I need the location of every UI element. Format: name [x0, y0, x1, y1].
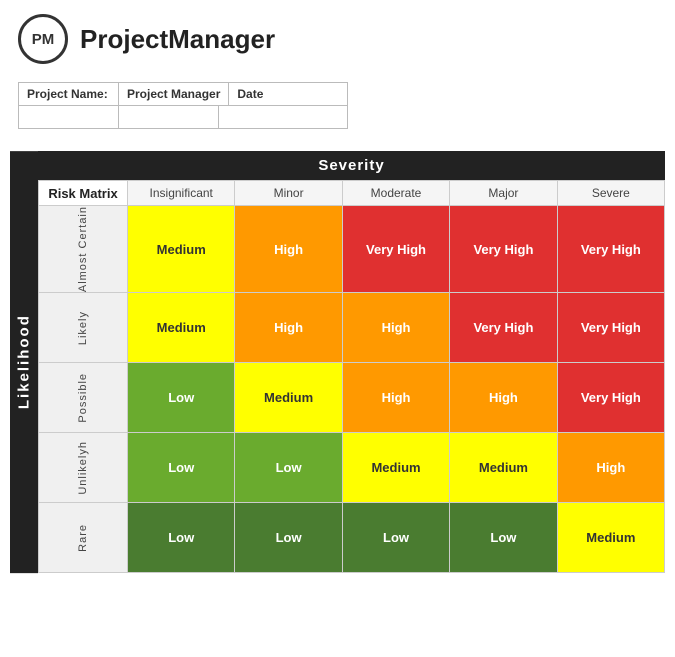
row-label-3: Unlikelyh — [38, 433, 128, 503]
data-cell-0-4: Very High — [558, 206, 665, 293]
logo-icon: PM — [18, 14, 68, 64]
row-label-4: Rare — [38, 503, 128, 573]
data-cell-1-1: High — [235, 293, 342, 363]
data-cell-1-4: Very High — [558, 293, 665, 363]
row-label-2: Possible — [38, 363, 128, 433]
row-label-1: Likely — [38, 293, 128, 363]
date-value[interactable] — [219, 106, 319, 128]
data-cell-2-4: Very High — [558, 363, 665, 433]
row-label-0: Almost Certain — [38, 206, 128, 293]
row-label-text-1: Likely — [77, 311, 89, 345]
col-header-row: Risk Matrix InsignificantMinorModerateMa… — [38, 180, 665, 206]
date-label: Date — [229, 83, 329, 105]
row-label-text-3: Unlikelyh — [77, 441, 89, 495]
col-header-1: Minor — [235, 180, 342, 206]
app-title: ProjectManager — [80, 24, 275, 55]
table-row: Almost CertainMediumHighVery HighVery Hi… — [38, 206, 665, 293]
data-cell-2-2: High — [343, 363, 450, 433]
form-value-row — [18, 106, 348, 129]
col-headers: InsignificantMinorModerateMajorSevere — [128, 180, 665, 206]
data-cell-3-0: Low — [128, 433, 235, 503]
data-cell-1-3: Very High — [450, 293, 557, 363]
form-area: Project Name: Project Manager Date — [0, 78, 675, 139]
table-row: LikelyMediumHighHighVery HighVery High — [38, 293, 665, 363]
project-name-label: Project Name: — [19, 83, 119, 105]
data-cell-2-3: High — [450, 363, 557, 433]
data-cell-4-0: Low — [128, 503, 235, 573]
matrix-outer: Likelihood Severity Risk Matrix Insignif… — [10, 151, 665, 573]
data-cell-3-3: Medium — [450, 433, 557, 503]
table-row: RareLowLowLowLowMedium — [38, 503, 665, 573]
row-label-text-2: Possible — [77, 373, 89, 423]
data-cell-1-0: Medium — [128, 293, 235, 363]
data-cell-4-3: Low — [450, 503, 557, 573]
data-cell-0-2: Very High — [343, 206, 450, 293]
risk-matrix-label: Risk Matrix — [38, 180, 128, 206]
data-cell-4-1: Low — [235, 503, 342, 573]
data-cell-3-1: Low — [235, 433, 342, 503]
row-label-text-4: Rare — [77, 524, 89, 552]
form-label-row: Project Name: Project Manager Date — [18, 82, 348, 106]
project-manager-value[interactable] — [119, 106, 219, 128]
data-cell-1-2: High — [343, 293, 450, 363]
data-cell-0-0: Medium — [128, 206, 235, 293]
project-name-value[interactable] — [19, 106, 119, 128]
col-header-0: Insignificant — [128, 180, 235, 206]
table-row: UnlikelyhLowLowMediumMediumHigh — [38, 433, 665, 503]
matrix-inner: Severity Risk Matrix InsignificantMinorM… — [38, 151, 665, 573]
data-cell-2-1: Medium — [235, 363, 342, 433]
data-cell-0-3: Very High — [450, 206, 557, 293]
app-header: PM ProjectManager — [0, 0, 675, 78]
data-cell-3-2: Medium — [343, 433, 450, 503]
row-label-text-0: Almost Certain — [77, 206, 89, 292]
data-cell-4-2: Low — [343, 503, 450, 573]
matrix-wrapper: Likelihood Severity Risk Matrix Insignif… — [0, 139, 675, 583]
col-header-4: Severe — [558, 180, 665, 206]
project-manager-label: Project Manager — [119, 83, 229, 105]
likelihood-label: Likelihood — [10, 151, 38, 573]
data-cell-3-4: High — [558, 433, 665, 503]
col-header-3: Major — [450, 180, 557, 206]
data-rows: Almost CertainMediumHighVery HighVery Hi… — [38, 206, 665, 573]
severity-header: Severity — [38, 151, 665, 180]
col-header-2: Moderate — [343, 180, 450, 206]
table-row: PossibleLowMediumHighHighVery High — [38, 363, 665, 433]
data-cell-4-4: Medium — [558, 503, 665, 573]
data-cell-0-1: High — [235, 206, 342, 293]
data-cell-2-0: Low — [128, 363, 235, 433]
